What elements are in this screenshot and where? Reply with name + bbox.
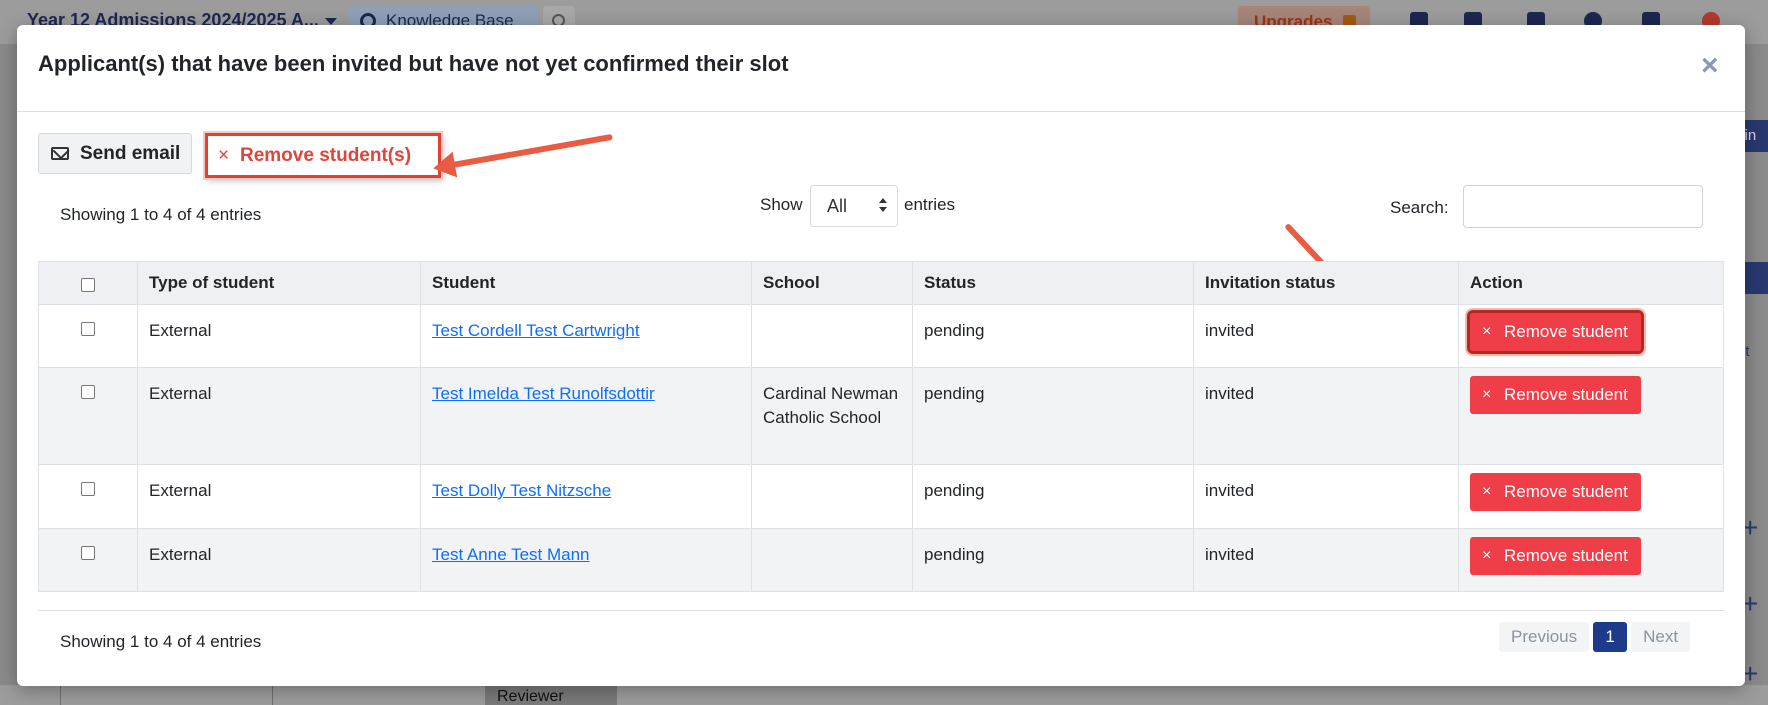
- divider: [38, 610, 1724, 611]
- remove-students-button[interactable]: × Remove student(s): [205, 133, 441, 178]
- entries-info-bottom: Showing 1 to 4 of 4 entries: [60, 632, 262, 651]
- action-cell: × Remove student: [1458, 304, 1724, 368]
- student-link[interactable]: Test Anne Test Mann: [432, 545, 590, 564]
- annotation-arrow-remove-students: [446, 133, 613, 169]
- search-label: Search:: [1390, 198, 1449, 217]
- invitation-status-cell: invited: [1193, 464, 1459, 529]
- close-icon: ×: [218, 145, 230, 166]
- invitation-status-cell: invited: [1193, 304, 1459, 368]
- pagination-next[interactable]: Next: [1631, 622, 1691, 652]
- close-icon: ×: [1482, 483, 1492, 500]
- student-link[interactable]: Test Cordell Test Cartwright: [432, 321, 640, 340]
- entries-info-top: Showing 1 to 4 of 4 entries: [60, 205, 262, 224]
- envelope-icon: [51, 147, 69, 160]
- status-cell: pending: [912, 528, 1194, 592]
- student-link[interactable]: Test Imelda Test Runolfsdottir: [432, 384, 655, 403]
- type-cell: External: [137, 304, 421, 368]
- pagination: Previous 1 Next: [1499, 622, 1694, 652]
- invitation-status-cell: invited: [1193, 528, 1459, 592]
- row-checkbox[interactable]: [81, 482, 95, 496]
- column-header[interactable]: Student: [420, 261, 752, 305]
- applicants-table: Type of student Student School Status In…: [38, 261, 1724, 592]
- send-email-button[interactable]: Send email: [38, 133, 192, 174]
- invited-applicants-modal: Applicant(s) that have been invited but …: [17, 25, 1745, 686]
- action-cell: × Remove student: [1458, 367, 1724, 465]
- row-checkbox[interactable]: [81, 385, 95, 399]
- table-row: External Test Cordell Test Cartwright pe…: [38, 304, 1724, 368]
- school-cell: Cardinal Newman Catholic School: [751, 367, 913, 465]
- student-cell: Test Cordell Test Cartwright: [420, 304, 752, 368]
- chevron-down-icon: [324, 17, 337, 25]
- background-table-strip: [0, 685, 1768, 705]
- select-all-column: [38, 261, 138, 305]
- type-cell: External: [137, 528, 421, 592]
- student-cell: Test Anne Test Mann: [420, 528, 752, 592]
- send-email-label: Send email: [80, 143, 181, 164]
- close-icon: ×: [1482, 323, 1492, 340]
- action-cell: × Remove student: [1458, 464, 1724, 529]
- row-checkbox[interactable]: [81, 322, 95, 336]
- column-header[interactable]: Status: [912, 261, 1194, 305]
- divider: [272, 685, 273, 705]
- remove-student-button[interactable]: × Remove student: [1470, 537, 1641, 575]
- entries-per-page-value: All: [827, 196, 848, 216]
- select-all-checkbox[interactable]: [81, 277, 95, 292]
- search-input[interactable]: [1463, 185, 1703, 228]
- column-header[interactable]: Invitation status: [1193, 261, 1459, 305]
- divider: [60, 685, 61, 705]
- entries-label: entries: [904, 195, 956, 214]
- entries-per-page-select[interactable]: All: [810, 185, 898, 227]
- row-select-cell: [38, 367, 138, 465]
- school-cell: [751, 528, 913, 592]
- status-cell: pending: [912, 304, 1194, 368]
- pagination-previous[interactable]: Previous: [1499, 622, 1590, 652]
- status-cell: pending: [912, 367, 1194, 465]
- type-cell: External: [137, 367, 421, 465]
- remove-student-label: Remove student: [1504, 482, 1628, 501]
- close-icon: ×: [1482, 386, 1492, 403]
- row-checkbox[interactable]: [81, 546, 95, 560]
- student-link[interactable]: Test Dolly Test Nitzsche: [432, 481, 611, 500]
- remove-student-button[interactable]: × Remove student: [1470, 473, 1641, 511]
- row-select-cell: [38, 304, 138, 368]
- column-header[interactable]: Type of student: [137, 261, 421, 305]
- action-cell: × Remove student: [1458, 528, 1724, 592]
- close-icon: ×: [1482, 547, 1492, 564]
- type-cell: External: [137, 464, 421, 529]
- modal-title: Applicant(s) that have been invited but …: [38, 51, 789, 76]
- remove-student-button[interactable]: × Remove student: [1470, 376, 1641, 414]
- column-header[interactable]: School: [751, 261, 913, 305]
- table-row: External Test Anne Test Mann pending inv…: [38, 528, 1724, 592]
- table-row: External Test Dolly Test Nitzsche pendin…: [38, 464, 1724, 529]
- table-row: External Test Imelda Test Runolfsdottir …: [38, 367, 1724, 465]
- pagination-page[interactable]: 1: [1593, 622, 1628, 652]
- remove-student-button[interactable]: × Remove student: [1467, 310, 1644, 354]
- modal-header: Applicant(s) that have been invited but …: [17, 25, 1745, 112]
- column-header[interactable]: Action: [1458, 261, 1724, 305]
- remove-student-label: Remove student: [1504, 385, 1628, 404]
- status-cell: pending: [912, 464, 1194, 529]
- show-label: Show: [760, 195, 803, 214]
- row-select-cell: [38, 528, 138, 592]
- student-cell: Test Dolly Test Nitzsche: [420, 464, 752, 529]
- table-header-row: Type of student Student School Status In…: [38, 261, 1724, 305]
- invitation-status-cell: invited: [1193, 367, 1459, 465]
- student-cell: Test Imelda Test Runolfsdottir: [420, 367, 752, 465]
- remove-student-label: Remove student: [1504, 546, 1628, 565]
- school-cell: [751, 464, 913, 529]
- school-cell: [751, 304, 913, 368]
- remove-students-label: Remove student(s): [240, 145, 412, 166]
- reviewer-column-header: Reviewer: [485, 684, 617, 705]
- row-select-cell: [38, 464, 138, 529]
- remove-student-label: Remove student: [1504, 322, 1628, 341]
- close-icon[interactable]: ×: [1701, 51, 1719, 81]
